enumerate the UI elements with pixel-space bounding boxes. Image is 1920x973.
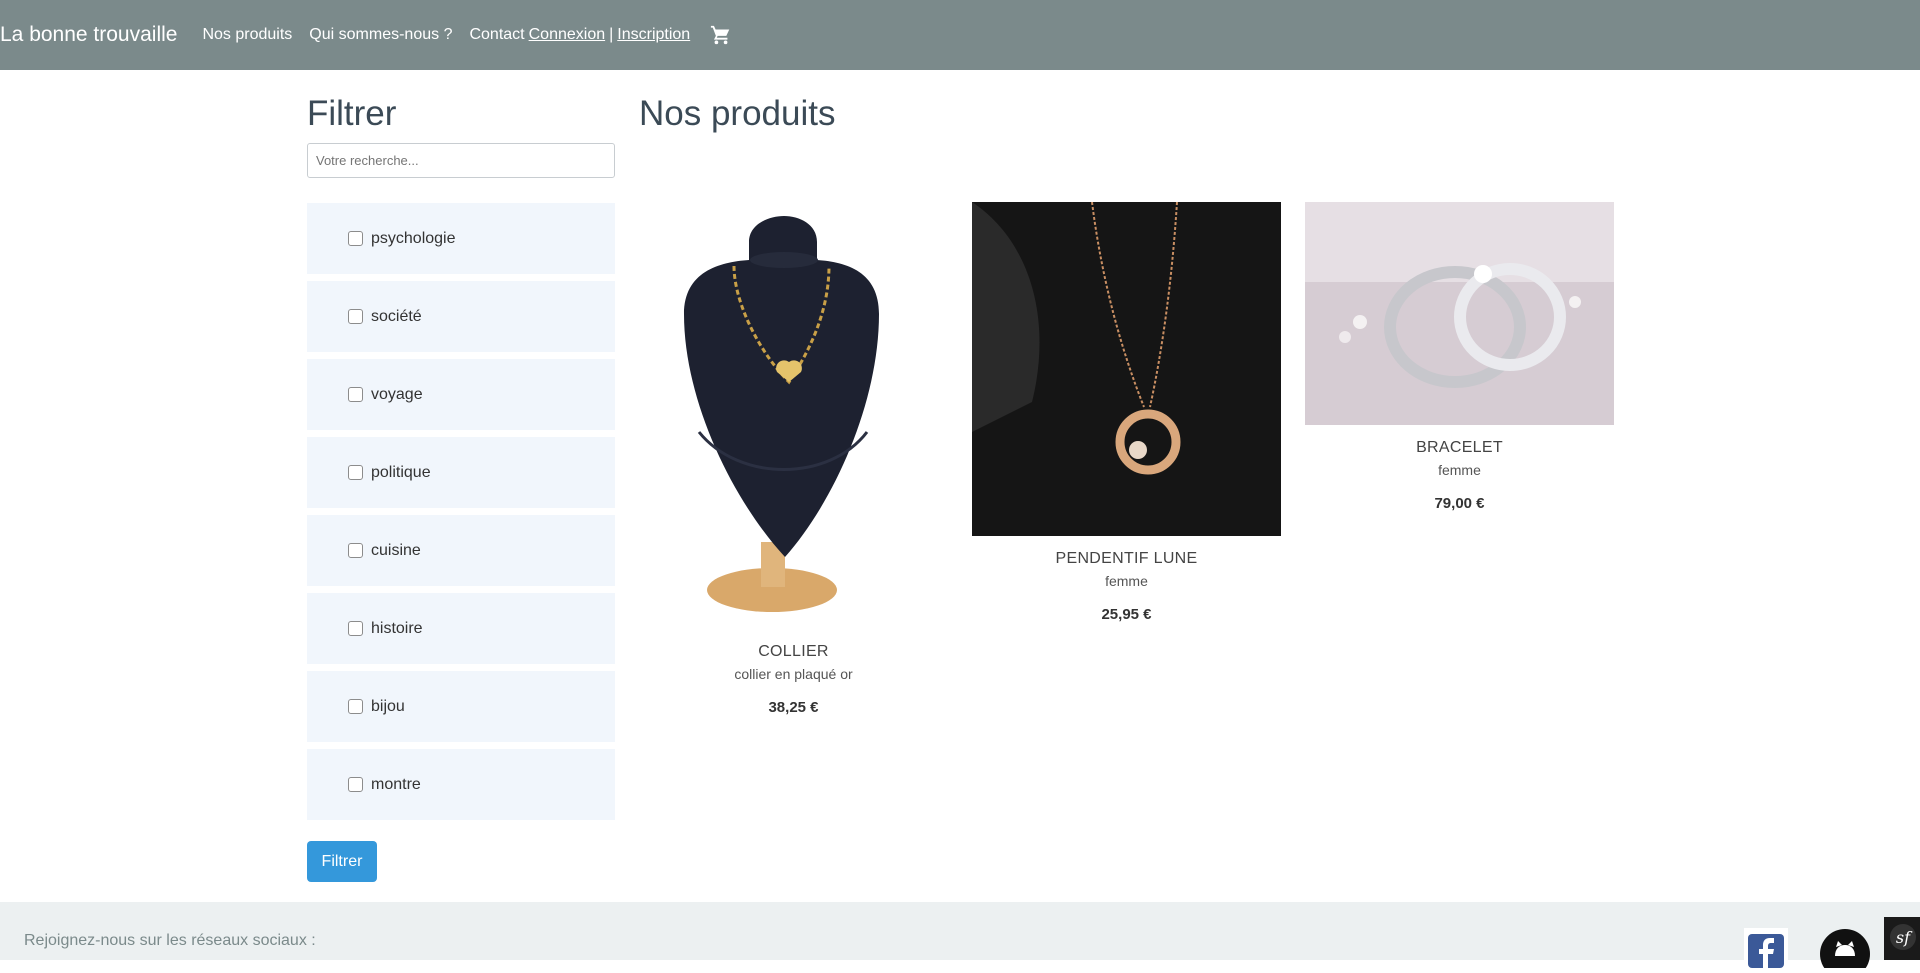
filter-item-bijou[interactable]: bijou: [307, 671, 615, 742]
filter-label: voyage: [371, 385, 423, 403]
filter-label: psychologie: [371, 229, 456, 247]
checkbox[interactable]: [348, 699, 363, 714]
auth-links: Connexion | Inscription: [529, 26, 691, 44]
product-image-necklace[interactable]: [639, 202, 948, 629]
register-link[interactable]: Inscription: [617, 26, 690, 44]
nav-link-contact[interactable]: Contact: [469, 26, 524, 44]
symfony-icon[interactable]: sf: [1883, 917, 1920, 960]
login-link[interactable]: Connexion: [529, 26, 606, 44]
checkbox[interactable]: [348, 231, 363, 246]
brand[interactable]: La bonne trouvaille: [0, 23, 177, 47]
product-description: femme: [1438, 462, 1481, 478]
product-card-pendentif-lune[interactable]: PENDENTIF LUNE femme 25,95 €: [972, 202, 1281, 623]
checkbox[interactable]: [348, 387, 363, 402]
filter-item-montre[interactable]: montre: [307, 749, 615, 820]
filter-label: bijou: [371, 697, 405, 715]
products-section: Nos produits COLLIER collier en plaqué o…: [639, 94, 1629, 716]
filter-item-psychologie[interactable]: psychologie: [307, 203, 615, 274]
checkbox[interactable]: [348, 621, 363, 636]
filter-label: politique: [371, 463, 431, 481]
nav-link-products[interactable]: Nos produits: [202, 26, 292, 44]
filter-sidebar: Filtrer psychologie société voyage polit…: [307, 94, 615, 882]
search-input[interactable]: [307, 143, 615, 178]
checkbox[interactable]: [348, 777, 363, 792]
filter-label: cuisine: [371, 541, 421, 559]
product-price: 79,00 €: [1434, 495, 1485, 512]
product-description: collier en plaqué or: [734, 666, 853, 682]
product-card-bracelet[interactable]: BRACELET femme 79,00 €: [1305, 202, 1614, 512]
product-price: 25,95 €: [1101, 606, 1152, 623]
checkbox[interactable]: [348, 465, 363, 480]
filter-label: montre: [371, 775, 421, 793]
filter-label: société: [371, 307, 422, 325]
filter-title: Filtrer: [307, 94, 397, 133]
product-name: BRACELET: [1416, 439, 1503, 456]
filter-label: histoire: [371, 619, 423, 637]
checkbox[interactable]: [348, 309, 363, 324]
page-title: Nos produits: [639, 94, 836, 133]
checkbox[interactable]: [348, 543, 363, 558]
filter-item-societe[interactable]: société: [307, 281, 615, 352]
filter-item-politique[interactable]: politique: [307, 437, 615, 508]
filter-button[interactable]: Filtrer: [307, 841, 377, 882]
auth-separator: |: [609, 26, 614, 43]
product-image-rings[interactable]: [1305, 202, 1614, 425]
navbar: La bonne trouvaille Nos produits Qui som…: [0, 0, 1920, 70]
product-price: 38,25 €: [768, 699, 819, 716]
category-filters: psychologie société voyage politique cui…: [307, 203, 615, 820]
product-name: PENDENTIF LUNE: [1055, 550, 1198, 567]
product-description: femme: [1105, 573, 1148, 589]
footer: Rejoignez-nous sur les réseaux sociaux :…: [0, 902, 1920, 973]
filter-item-voyage[interactable]: voyage: [307, 359, 615, 430]
cart-icon[interactable]: [710, 24, 732, 46]
filter-item-cuisine[interactable]: cuisine: [307, 515, 615, 586]
github-icon[interactable]: [1820, 928, 1870, 973]
product-card-collier[interactable]: COLLIER collier en plaqué or 38,25 €: [639, 202, 948, 716]
product-image-pendant[interactable]: [972, 202, 1281, 536]
filter-item-histoire[interactable]: histoire: [307, 593, 615, 664]
facebook-icon[interactable]: [1744, 928, 1794, 968]
footer-text: Rejoignez-nous sur les réseaux sociaux :: [24, 932, 316, 949]
product-name: COLLIER: [758, 643, 829, 660]
nav-link-about[interactable]: Qui sommes-nous ?: [309, 26, 452, 44]
